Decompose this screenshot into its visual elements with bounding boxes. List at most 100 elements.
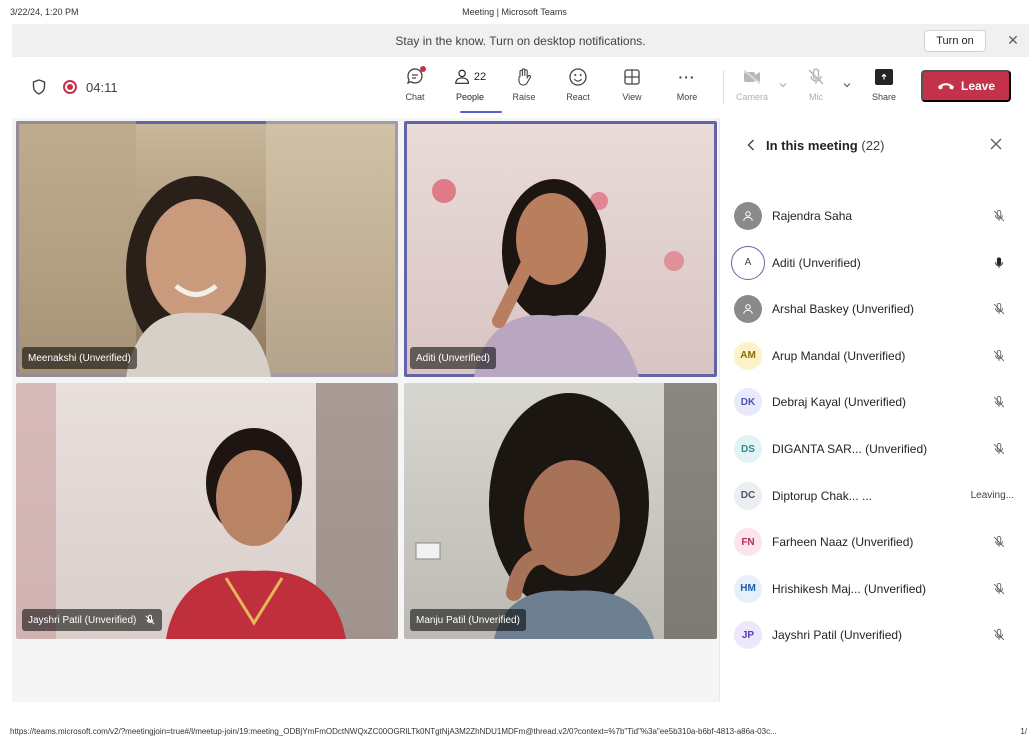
more-label: More bbox=[676, 92, 698, 102]
person-icon bbox=[734, 295, 762, 324]
person-icon bbox=[734, 202, 762, 230]
mic-off-icon bbox=[992, 209, 1006, 223]
mic-off-icon bbox=[145, 614, 155, 625]
participant-avatar: AM bbox=[734, 341, 762, 370]
participant-name-tag: Meenakshi (Unverified) bbox=[22, 347, 137, 369]
participant-name: Rajendra Saha bbox=[772, 209, 853, 223]
participant-name: Debraj Kayal (Unverified) bbox=[772, 395, 907, 410]
raise-hand-button[interactable]: Raise bbox=[502, 66, 546, 110]
mic-off-icon bbox=[992, 582, 1006, 596]
mic-off-icon bbox=[992, 535, 1006, 549]
video-tile-meenakshi[interactable]: Meenakshi (Unverified) bbox=[16, 121, 398, 377]
participant-row[interactable]: DC Diptorup Chak... ... Leaving... bbox=[734, 478, 1014, 514]
participant-row[interactable]: JP Jayshri Patil (Unverified) bbox=[734, 617, 1014, 653]
more-button[interactable]: ··· More bbox=[665, 66, 709, 110]
participant-video bbox=[16, 383, 398, 639]
participant-avatar: DS bbox=[734, 435, 762, 463]
participant-row[interactable]: FN Farheen Naaz (Unverified) bbox=[734, 524, 1014, 560]
print-title: Meeting | Microsoft Teams bbox=[462, 7, 567, 17]
participant-row[interactable]: Rajendra Saha bbox=[734, 198, 1014, 234]
participant-row[interactable]: DK Debraj Kayal (Unverified) bbox=[734, 384, 1014, 420]
participant-name-tag: Aditi (Unverified) bbox=[410, 347, 496, 369]
view-button[interactable]: View bbox=[610, 66, 654, 110]
participant-name: Diptorup Chak... ... bbox=[772, 488, 873, 503]
print-header: 3/22/24, 1:20 PM Meeting | Microsoft Tea… bbox=[0, 0, 1029, 22]
share-label: Share bbox=[871, 92, 897, 102]
mic-off-icon bbox=[992, 302, 1006, 316]
grid-icon bbox=[624, 69, 640, 85]
meeting-toolbar: 04:11 Chat 22 People Raise React View ··… bbox=[12, 58, 1029, 118]
video-tile-jayshri[interactable]: Jayshri Patil (Unverified) bbox=[16, 383, 398, 639]
panel-title-text: In this meeting bbox=[766, 138, 858, 153]
leave-button[interactable]: Leave bbox=[921, 70, 1011, 102]
close-icon[interactable]: ✕ bbox=[1005, 32, 1021, 48]
people-button[interactable]: 22 People bbox=[448, 66, 492, 110]
participant-name: Meenakshi (Unverified) bbox=[28, 352, 131, 364]
mic-button[interactable]: Mic bbox=[794, 66, 838, 110]
participant-name: DIGANTA SAR... (Unverified) bbox=[772, 442, 928, 456]
page-number: 1/ bbox=[1020, 727, 1027, 736]
participant-count: (22) bbox=[861, 138, 885, 153]
participant-name: Jayshri Patil (Unverified) bbox=[28, 614, 137, 626]
participant-row[interactable]: HM Hrishikesh Maj... (Unverified) bbox=[734, 571, 1014, 607]
participant-name: Manju Patil (Unverified) bbox=[416, 614, 520, 626]
participant-row[interactable]: DS DIGANTA SAR... (Unverified) bbox=[734, 431, 1014, 467]
react-label: React bbox=[566, 92, 590, 102]
video-tile-manju[interactable]: Manju Patil (Unverified) bbox=[404, 383, 717, 639]
page-url: https://teams.microsoft.com/v2/?meetingj… bbox=[10, 727, 777, 736]
share-icon bbox=[875, 69, 893, 85]
participant-video bbox=[415, 383, 717, 639]
participant-row[interactable]: Arshal Baskey (Unverified) bbox=[734, 291, 1014, 327]
video-tile-aditi[interactable]: Aditi (Unverified) bbox=[404, 121, 717, 377]
participant-name: Arup Mandal (Unverified) bbox=[772, 348, 906, 363]
mic-icon bbox=[992, 256, 1006, 270]
chevron-down-icon[interactable] bbox=[842, 80, 852, 90]
people-label: People bbox=[455, 92, 485, 102]
view-label: View bbox=[622, 92, 642, 102]
unread-badge bbox=[420, 66, 426, 72]
leave-label: Leave bbox=[960, 79, 996, 93]
mic-off-icon bbox=[992, 395, 1006, 409]
participant-name: Aditi (Unverified) bbox=[772, 255, 861, 270]
mic-off-icon bbox=[808, 68, 824, 85]
panel-title: In this meeting (22) bbox=[766, 138, 884, 153]
participant-video bbox=[16, 121, 398, 377]
chat-button[interactable]: Chat bbox=[393, 66, 437, 110]
print-footer: https://teams.microsoft.com/v2/?meetingj… bbox=[0, 722, 1029, 740]
hand-icon bbox=[518, 68, 532, 86]
participant-row[interactable]: A Aditi (Unverified) bbox=[731, 245, 1014, 281]
close-icon[interactable] bbox=[988, 136, 1004, 152]
people-icon bbox=[455, 69, 469, 84]
react-button[interactable]: React bbox=[556, 66, 600, 110]
participant-name: Aditi (Unverified) bbox=[416, 352, 490, 364]
participant-avatar: FN bbox=[734, 528, 762, 557]
shield-icon[interactable] bbox=[32, 79, 46, 95]
chevron-down-icon[interactable] bbox=[778, 80, 788, 90]
meeting-timer: 04:11 bbox=[86, 79, 118, 95]
participant-row[interactable]: AM Arup Mandal (Unverified) bbox=[734, 338, 1014, 374]
participant-name: Jayshri Patil (Unverified) bbox=[772, 628, 903, 643]
participant-avatar: DC bbox=[734, 481, 762, 510]
more-icon: ··· bbox=[676, 66, 698, 88]
people-panel: In this meeting (22) Rajendra Saha A Aditi… bbox=[719, 118, 1029, 702]
share-button[interactable]: Share bbox=[862, 66, 906, 110]
people-count: 22 bbox=[473, 71, 487, 83]
chevron-left-icon[interactable] bbox=[746, 138, 756, 152]
more-glyph: ··· bbox=[678, 69, 696, 85]
notification-message: Stay in the know. Turn on desktop notifi… bbox=[395, 33, 646, 48]
meeting-info: 04:11 bbox=[32, 79, 118, 95]
participant-video bbox=[432, 179, 684, 377]
notification-bar: Stay in the know. Turn on desktop notifi… bbox=[12, 24, 1029, 57]
camera-button[interactable]: Camera bbox=[730, 66, 774, 110]
video-stage: Meenakshi (Unverified) Aditi (Unverified… bbox=[12, 118, 719, 702]
participant-status: Leaving... bbox=[970, 490, 1014, 502]
participant-avatar: DK bbox=[734, 388, 762, 417]
participant-avatar: A bbox=[731, 245, 765, 280]
hang-up-icon bbox=[937, 83, 954, 90]
chat-label: Chat bbox=[405, 92, 425, 102]
participant-name: Farheen Naaz (Unverified) bbox=[772, 535, 914, 550]
mic-label: Mic bbox=[809, 92, 823, 102]
turn-on-notifications-button[interactable]: Turn on bbox=[924, 30, 986, 52]
participant-name-tag: Manju Patil (Unverified) bbox=[410, 609, 526, 631]
mic-off-icon bbox=[992, 442, 1006, 456]
